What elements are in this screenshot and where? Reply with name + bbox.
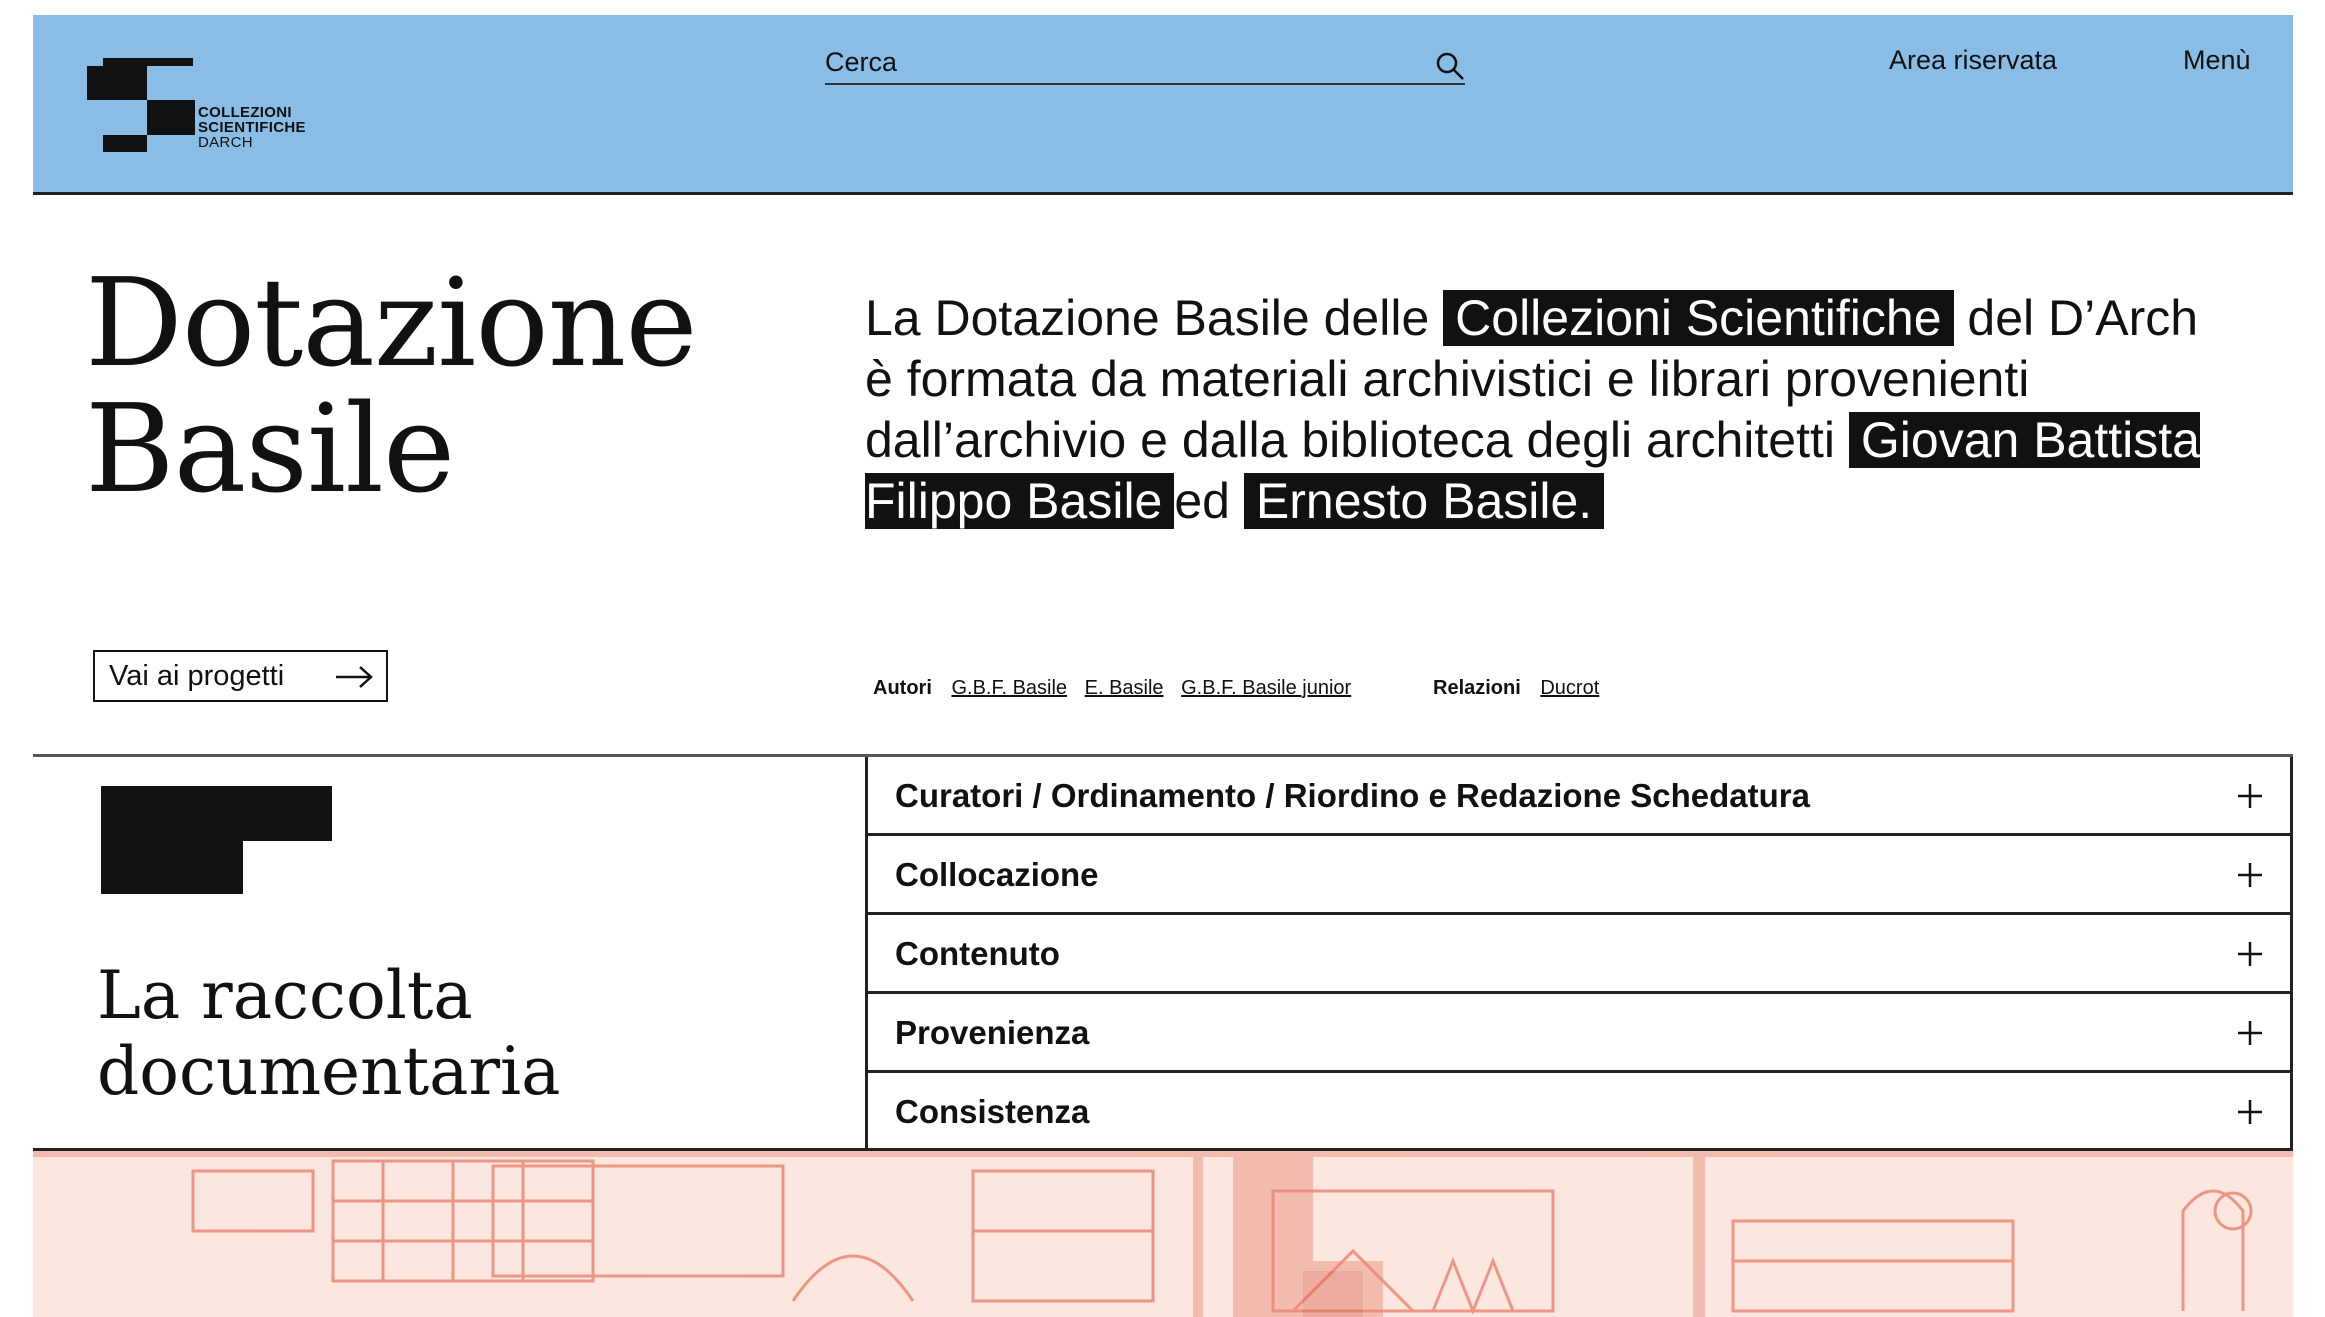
accordion-label: Contenuto — [895, 935, 1060, 972]
intro-text-3: ed — [1174, 473, 1244, 529]
collection-section-title: La raccolta documentaria — [97, 958, 560, 1110]
collection-title-line-2: documentaria — [97, 1033, 561, 1110]
author-link-e-basile[interactable]: E. Basile — [1085, 677, 1164, 699]
collection-title-line-1: La raccolta — [97, 957, 473, 1034]
relation-link-ducrot[interactable]: Ducrot — [1540, 677, 1599, 699]
menu-button[interactable]: Menù — [2183, 45, 2251, 76]
author-link-gbf-basile-junior[interactable]: G.B.F. Basile junior — [1181, 677, 1351, 699]
accordion-item-curators[interactable]: Curatori / Ordinamento / Riordino e Reda… — [868, 757, 2293, 836]
accordion-label: Consistenza — [895, 1093, 1090, 1130]
details-accordion: Curatori / Ordinamento / Riordino e Reda… — [868, 757, 2293, 1149]
logo-line-1: COLLEZIONI — [198, 104, 292, 121]
intro-text-1: La Dotazione Basile delle — [865, 290, 1444, 346]
plus-icon[interactable] — [2237, 1099, 2263, 1125]
accordion-item-extent[interactable]: Consistenza — [868, 1073, 2293, 1149]
site-header: COLLEZIONI SCIENTIFICHE DARCH Area riser… — [33, 15, 2293, 195]
page-title-line-1: Dotazione — [85, 252, 698, 394]
author-link-gbf-basile[interactable]: G.B.F. Basile — [951, 677, 1067, 699]
accordion-item-collocation[interactable]: Collocazione — [868, 836, 2293, 915]
collection-mark-icon — [101, 786, 332, 894]
go-to-projects-button[interactable]: Vai ai progetti — [93, 650, 388, 702]
accordion-label: Collocazione — [895, 856, 1099, 893]
drawings-illustration — [33, 1151, 2293, 1317]
accordion-label: Provenienza — [895, 1014, 1090, 1051]
page: COLLEZIONI SCIENTIFICHE DARCH Area riser… — [33, 15, 2293, 1317]
arrow-right-icon — [336, 666, 373, 688]
plus-icon[interactable] — [2237, 941, 2263, 967]
page-title: Dotazione Basile — [85, 260, 698, 512]
logo-wordmark: COLLEZIONI SCIENTIFICHE DARCH — [198, 105, 306, 150]
archive-drawings-image — [33, 1151, 2293, 1317]
accordion-item-provenance[interactable]: Provenienza — [868, 994, 2293, 1073]
relations-label: Relazioni — [1433, 677, 1521, 699]
relations-row: Relazioni Ducrot — [1433, 677, 1611, 700]
intro-highlight-collections: Collezioni Scientifiche — [1443, 290, 1954, 346]
intro-highlight-e-basile: Ernesto Basile. — [1243, 473, 1605, 529]
reserved-area-link[interactable]: Area riservata — [1889, 45, 2057, 76]
go-to-projects-label: Vai ai progetti — [109, 659, 285, 692]
search-bar — [825, 43, 1465, 85]
intro-paragraph: La Dotazione Basile delle Collezioni Sci… — [865, 288, 2225, 532]
logo-line-3: DARCH — [198, 134, 253, 151]
logo-line-2: SCIENTIFICHE — [198, 119, 306, 136]
search-input[interactable] — [825, 47, 1405, 77]
accordion-label: Curatori / Ordinamento / Riordino e Reda… — [895, 777, 1810, 814]
plus-icon[interactable] — [2237, 783, 2263, 809]
accordion-item-content[interactable]: Contenuto — [868, 915, 2293, 994]
search-icon[interactable] — [1435, 51, 1465, 81]
plus-icon[interactable] — [2237, 862, 2263, 888]
site-logo[interactable]: COLLEZIONI SCIENTIFICHE DARCH — [87, 58, 347, 158]
plus-icon[interactable] — [2237, 1020, 2263, 1046]
authors-label: Autori — [873, 677, 932, 699]
authors-row: Autori G.B.F. Basile E. Basile G.B.F. Ba… — [873, 677, 1363, 700]
page-title-line-2: Basile — [85, 378, 455, 520]
logo-mark-icon — [87, 58, 195, 152]
